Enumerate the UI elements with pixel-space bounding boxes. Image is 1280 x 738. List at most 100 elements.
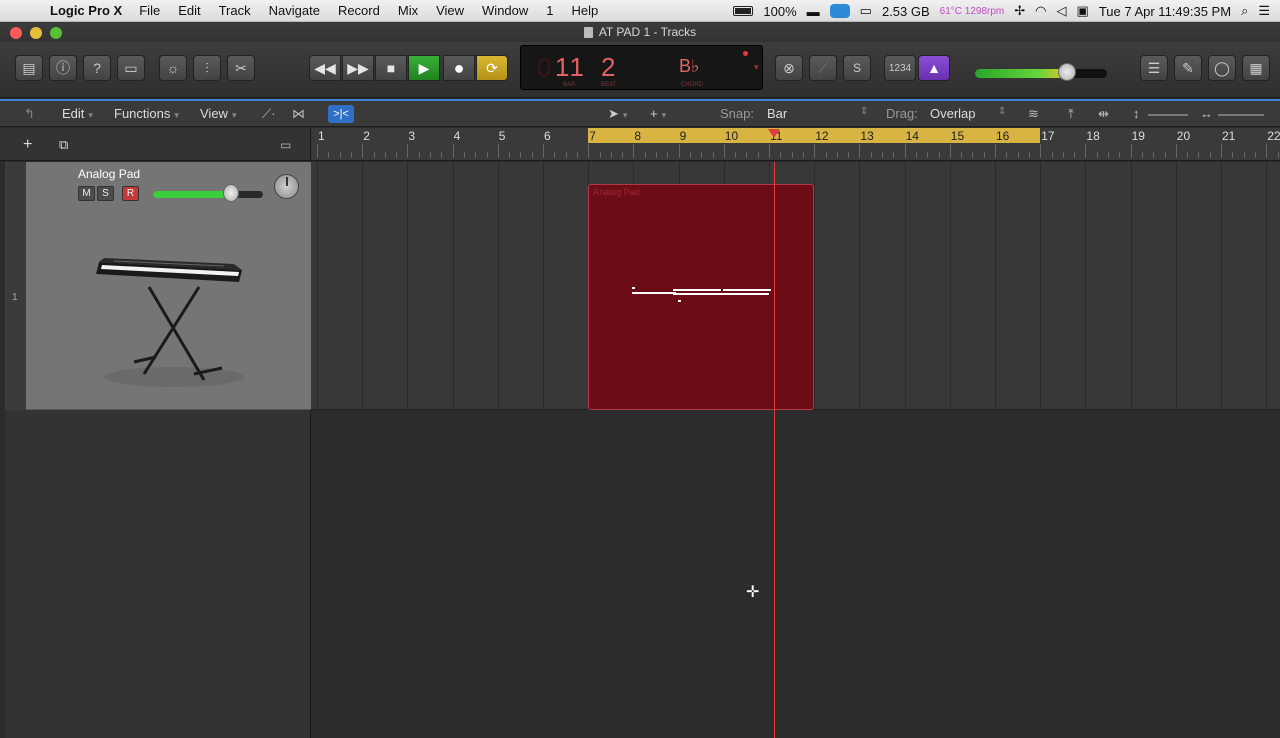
editors-button[interactable]: ✂ (227, 55, 255, 81)
menu-help[interactable]: Help (563, 3, 608, 18)
close-button[interactable] (10, 27, 22, 39)
back-arrow-icon[interactable]: ↰ (24, 106, 35, 122)
solo-button[interactable]: S (97, 186, 114, 201)
horizontal-zoom-slider[interactable] (1218, 114, 1264, 116)
tracks-workspace[interactable]: Analog Pad (311, 162, 1280, 738)
fit-horizontal-button[interactable]: ⇹ (1098, 106, 1109, 122)
count-in-button[interactable]: 1234 (884, 55, 916, 81)
cloud-icon[interactable] (829, 4, 850, 18)
menu-extra-icon[interactable]: ▬ (807, 4, 820, 19)
menu-view[interactable]: View (427, 3, 473, 18)
tuner-button[interactable]: ⟋ (809, 55, 837, 81)
track-volume-knob[interactable] (223, 184, 239, 202)
menu-track[interactable]: Track (210, 3, 260, 18)
solo-button[interactable]: S (843, 55, 871, 81)
memory-icon[interactable]: ▭ (860, 3, 872, 19)
spotlight-icon[interactable]: ⌕ (1241, 3, 1248, 19)
mixer-button[interactable]: ⫶ (193, 55, 221, 81)
ruler-bar-label: 20 (1176, 129, 1191, 143)
fast-forward-button[interactable]: ▶▶ (342, 55, 374, 81)
pan-knob[interactable] (274, 174, 299, 199)
track-header[interactable]: Analog Pad M S R (26, 162, 311, 410)
catch-playhead-button[interactable]: >|< (328, 105, 354, 123)
toolbar-button[interactable]: ▭ (117, 55, 145, 81)
stop-button[interactable]: ■ (375, 55, 407, 81)
wifi-icon[interactable]: ◠ (1035, 3, 1046, 19)
ruler-tick (983, 152, 985, 158)
ruler-tick (418, 152, 420, 158)
minimize-button[interactable] (30, 27, 42, 39)
rewind-button[interactable]: ◀◀ (309, 55, 341, 81)
list-editors-button[interactable]: ☰ (1140, 55, 1168, 81)
master-volume-knob[interactable] (1058, 63, 1076, 81)
vertical-zoom-slider[interactable] (1148, 114, 1188, 116)
functions-menu[interactable]: Functions ▾ (114, 106, 179, 121)
ruler-tick (441, 152, 443, 158)
quick-help-button[interactable]: ? (83, 55, 111, 81)
playhead-marker[interactable] (767, 129, 780, 138)
drag-select[interactable]: Overlap (930, 106, 976, 121)
drag-stepper-icon[interactable]: ⇕ (998, 106, 1006, 117)
master-volume-slider[interactable] (975, 69, 1107, 78)
lcd-display[interactable]: 0 11 2 BAR BEAT B♭ CHORD ▾ (520, 45, 763, 90)
clock[interactable]: Tue 7 Apr 11:49:35 PM (1099, 4, 1231, 19)
lcd-chevron-down-icon[interactable]: ▾ (754, 62, 759, 73)
battery-icon[interactable] (733, 6, 754, 16)
menu-window[interactable]: Window (473, 3, 537, 18)
play-button[interactable]: ▶ (408, 55, 440, 81)
library-button[interactable]: ▤ (15, 55, 43, 81)
menu-record[interactable]: Record (329, 3, 389, 18)
snap-stepper-icon[interactable]: ⇕ (860, 106, 868, 117)
metronome-button[interactable]: ▲ (918, 55, 950, 81)
flex-button[interactable]: ⋈ (292, 106, 305, 122)
ruler-tick (678, 144, 680, 158)
menu-navigate[interactable]: Navigate (260, 3, 329, 18)
smart-controls-button[interactable]: ☼ (159, 55, 187, 81)
notification-center-icon[interactable]: ☰ (1258, 3, 1270, 19)
cycle-area[interactable] (588, 128, 1041, 143)
track-volume-slider[interactable] (153, 191, 263, 198)
volume-icon[interactable]: ◁ (1057, 3, 1067, 19)
app-menu[interactable]: Logic Pro X (50, 3, 122, 18)
automation-button[interactable]: ⟋· (262, 106, 275, 122)
new-track-with-duplicate-icon[interactable]: ⧉ (59, 137, 68, 153)
inspector-button[interactable]: ⓘ (49, 55, 77, 81)
display-icon[interactable]: ▣ (1077, 3, 1089, 19)
view-menu[interactable]: View ▾ (200, 106, 236, 121)
bar-ruler[interactable]: 1 2 3 4 5 6 7 8 9 10 11 12 13 14 15 16 17 18 19 20 21 22 (311, 128, 1280, 161)
menu-1[interactable]: 1 (537, 3, 562, 18)
browser-button[interactable]: ▦ (1242, 55, 1270, 81)
menu-mix[interactable]: Mix (389, 3, 427, 18)
fit-vertical-button[interactable]: ⤒ (1068, 106, 1074, 122)
ruler-tick (689, 152, 691, 158)
track-lane[interactable]: Analog Pad (311, 162, 1280, 410)
track-name[interactable]: Analog Pad (78, 167, 140, 181)
zoom-button[interactable] (50, 27, 62, 39)
snap-select[interactable]: Bar (767, 106, 787, 121)
cycle-button[interactable]: ⟳ (476, 55, 508, 81)
waveform-zoom-button[interactable]: ≋ (1028, 106, 1039, 122)
pointer-tool-menu[interactable]: ➤ ▾ (608, 106, 627, 122)
grid-line (859, 162, 861, 410)
global-tracks-icon[interactable]: ▭ (280, 138, 291, 152)
menu-file[interactable]: File (130, 3, 169, 18)
add-track-icon[interactable]: + (23, 136, 32, 154)
replace-button[interactable]: ⊗ (775, 55, 803, 81)
ruler-tick (780, 152, 782, 158)
loop-browser-button[interactable]: ◯ (1208, 55, 1236, 81)
ruler-tick (486, 152, 488, 158)
playhead[interactable] (773, 162, 775, 738)
midi-region[interactable]: Analog Pad (588, 184, 815, 410)
edit-menu[interactable]: Edit ▾ (62, 106, 93, 121)
mute-button[interactable]: M (78, 186, 95, 201)
ruler-tick (1221, 144, 1222, 158)
menu-bar: Logic Pro X File Edit Track Navigate Rec… (0, 0, 1280, 22)
fan-icon[interactable]: ✢ (1014, 3, 1025, 19)
record-button[interactable]: ● (443, 55, 475, 81)
secondary-tool-menu[interactable]: + ▾ (650, 106, 666, 121)
ruler-tick (667, 152, 669, 158)
record-enable-button[interactable]: R (122, 186, 139, 201)
notepad-icon: ✎ (1182, 59, 1194, 76)
menu-edit[interactable]: Edit (169, 3, 209, 18)
note-pad-button[interactable]: ✎ (1174, 55, 1202, 81)
